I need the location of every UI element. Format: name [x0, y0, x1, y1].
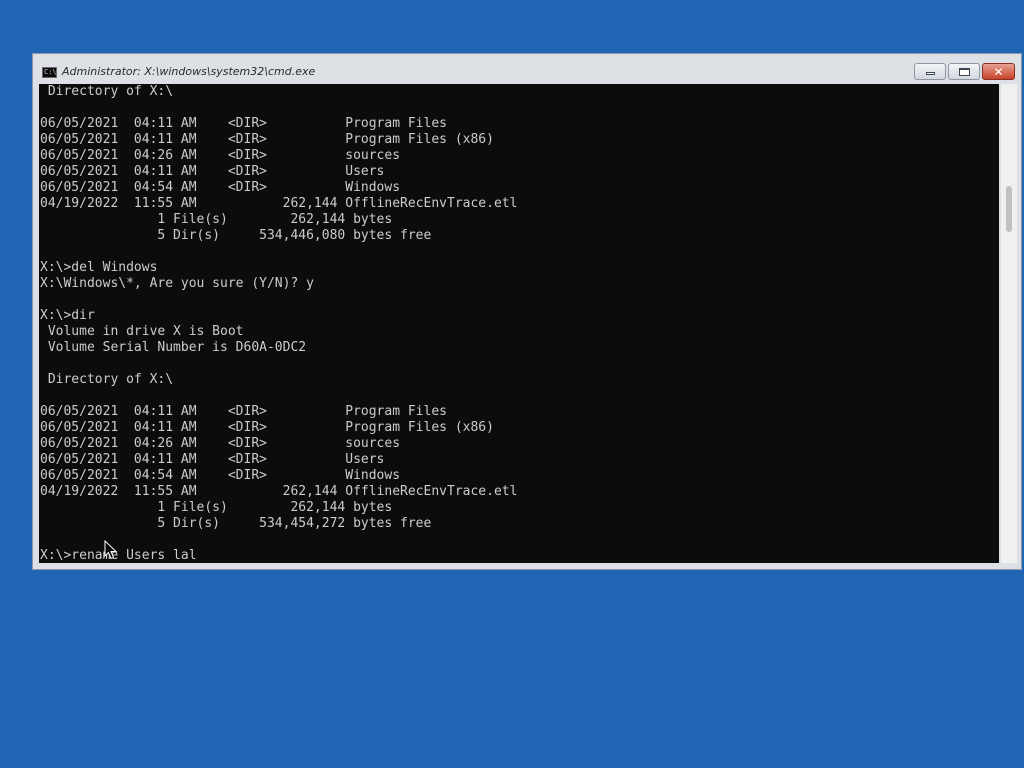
- close-icon: ✕: [993, 64, 1004, 79]
- vertical-scrollbar[interactable]: [1001, 84, 1017, 563]
- console-line: 1 File(s) 262,144 bytes: [40, 500, 393, 515]
- console-line: 04/19/2022 11:55 AM 262,144 OfflineRecEn…: [40, 484, 518, 499]
- console-line: 06/05/2021 04:54 AM <DIR> Windows: [40, 468, 401, 483]
- scrollbar-thumb[interactable]: [1006, 186, 1012, 232]
- close-button[interactable]: ✕: [982, 63, 1015, 80]
- console-line: 06/05/2021 04:26 AM <DIR> sources: [40, 148, 401, 163]
- console-line: 04/19/2022 11:55 AM 262,144 OfflineRecEn…: [40, 196, 518, 211]
- desktop-background: C:\ Administrator: X:\windows\system32\c…: [0, 0, 1024, 768]
- console-line: Volume in drive X is Boot: [40, 324, 244, 339]
- console-line: 1 File(s) 262,144 bytes: [40, 212, 393, 227]
- console-line: Directory of X:\: [40, 372, 174, 387]
- console-line: 5 Dir(s) 534,446,080 bytes free: [40, 228, 432, 243]
- maximize-button[interactable]: [948, 63, 980, 80]
- title-bar[interactable]: C:\ Administrator: X:\windows\system32\c…: [33, 54, 1021, 84]
- console-line: Volume Serial Number is D60A-0DC2: [40, 340, 307, 355]
- cmd-window[interactable]: C:\ Administrator: X:\windows\system32\c…: [32, 53, 1022, 570]
- console-line: 06/05/2021 04:26 AM <DIR> sources: [40, 436, 401, 451]
- minimize-button[interactable]: [914, 63, 946, 80]
- console-line: X:\>del Windows: [40, 260, 158, 275]
- console-line: Directory of X:\: [40, 84, 174, 99]
- console-line: 06/05/2021 04:11 AM <DIR> Program Files …: [40, 420, 494, 435]
- console-line: X:\>dir: [40, 308, 95, 323]
- console-line: 06/05/2021 04:11 AM <DIR> Users: [40, 164, 385, 179]
- console-line: 5 Dir(s) 534,454,272 bytes free: [40, 516, 432, 531]
- console-line: 06/05/2021 04:11 AM <DIR> Program Files …: [40, 132, 494, 147]
- console-lines: Directory of X:\ 06/05/2021 04:11 AM <DIR…: [40, 84, 517, 563]
- window-title: Administrator: X:\windows\system32\cmd.e…: [62, 65, 316, 78]
- maximize-icon: [958, 67, 970, 76]
- console-output[interactable]: Directory of X:\ 06/05/2021 04:11 AM <DIR…: [39, 84, 999, 563]
- console-line: 06/05/2021 04:11 AM <DIR> Program Files: [40, 116, 447, 131]
- console-line: 06/05/2021 04:11 AM <DIR> Program Files: [40, 404, 447, 419]
- console-line: 06/05/2021 04:54 AM <DIR> Windows: [40, 180, 401, 195]
- cmd-icon[interactable]: C:\: [42, 67, 57, 78]
- minimize-icon: [925, 72, 935, 75]
- console-line: 06/05/2021 04:11 AM <DIR> Users: [40, 452, 385, 467]
- console-line: X:\Windows\*, Are you sure (Y/N)? y: [40, 276, 314, 291]
- mouse-pointer-icon: [104, 540, 118, 560]
